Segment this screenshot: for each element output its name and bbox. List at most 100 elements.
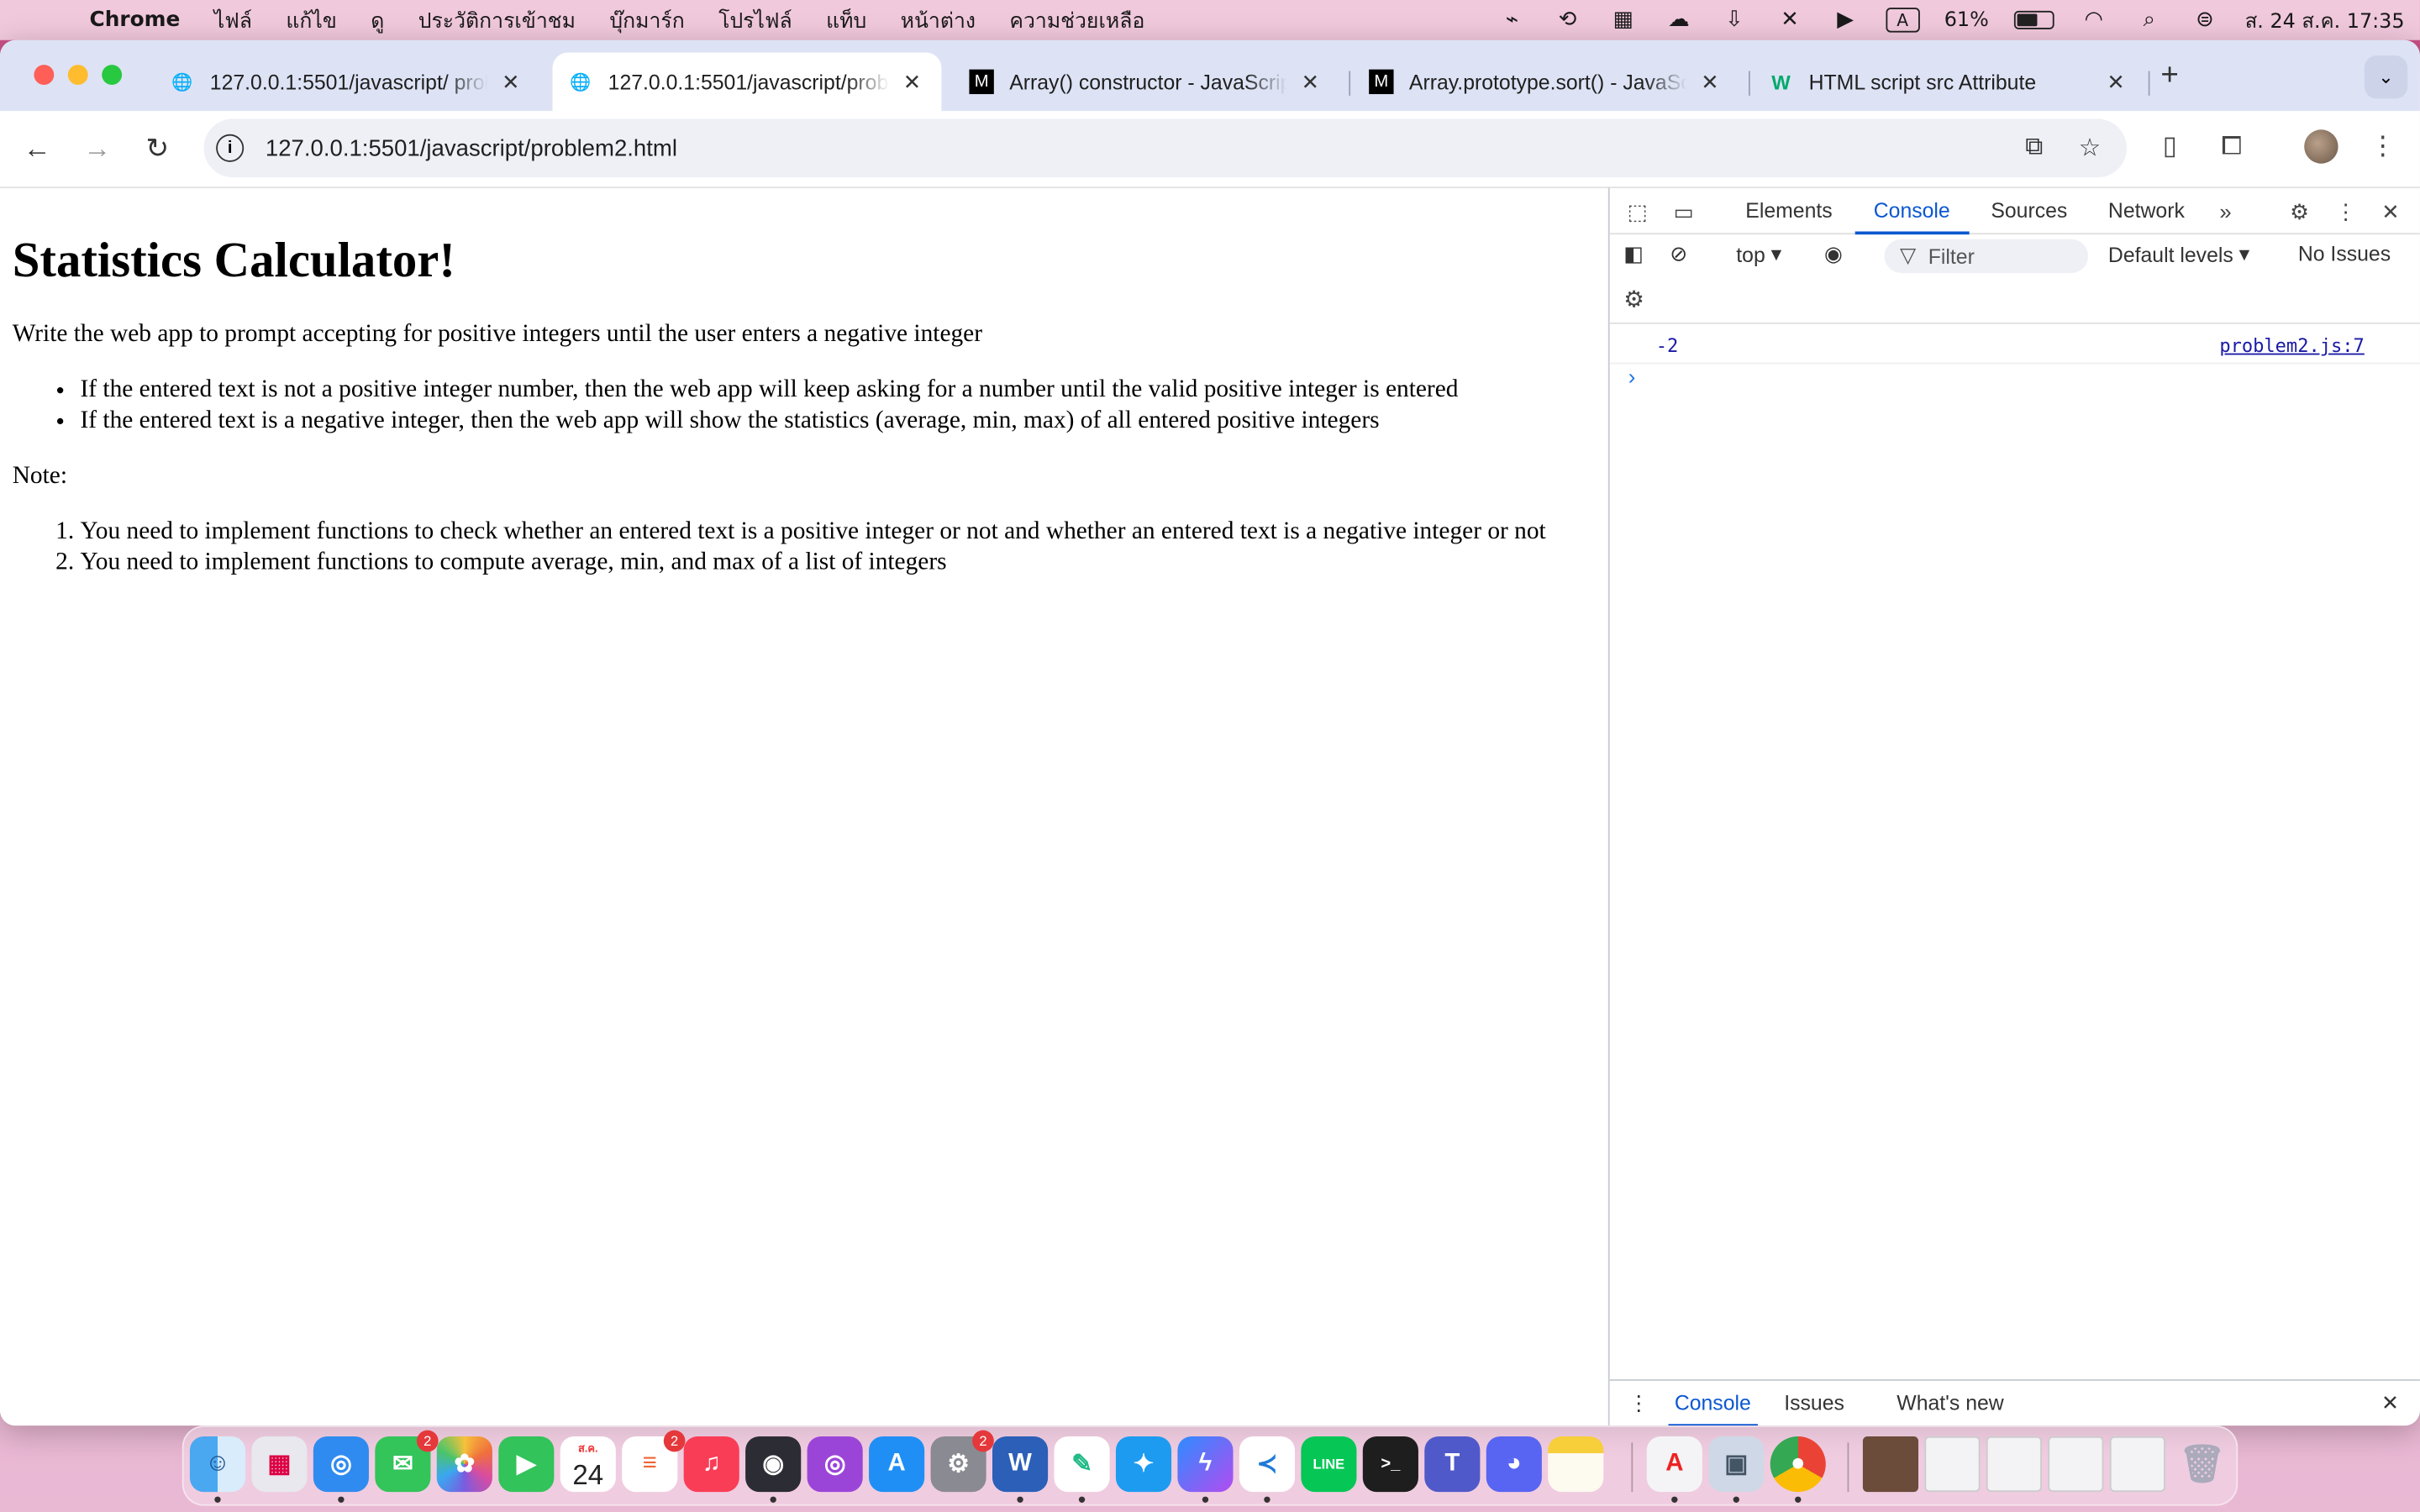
url-text[interactable]: 127.0.0.1:5501/javascript/problem2.html bbox=[266, 135, 677, 161]
spotlight-search-icon[interactable]: ⌕ bbox=[2133, 6, 2165, 34]
messenger-icon[interactable]: ϟ bbox=[1177, 1436, 1234, 1493]
forward-button[interactable]: → bbox=[79, 129, 116, 166]
twitter-icon[interactable]: ✦ bbox=[1115, 1436, 1172, 1493]
reading-mode-icon[interactable]: ▯ bbox=[2153, 129, 2186, 163]
drawer-tab-issues[interactable]: Issues bbox=[1784, 1381, 1844, 1425]
line-icon[interactable]: LINE bbox=[1301, 1436, 1357, 1493]
menu-tab[interactable]: แท็บ bbox=[826, 3, 866, 37]
minimize-window-button[interactable] bbox=[67, 65, 88, 86]
close-tab-icon[interactable]: ✕ bbox=[497, 69, 524, 95]
input-source-icon[interactable]: A bbox=[1885, 8, 1920, 33]
wifi-icon[interactable]: ◠ bbox=[2078, 6, 2109, 34]
close-window-button[interactable] bbox=[34, 65, 55, 86]
drawer-tab-console[interactable]: Console bbox=[1668, 1381, 1758, 1426]
console-settings-gear-icon[interactable]: ⚙ bbox=[1623, 286, 1644, 313]
finder-icon[interactable]: ☺ bbox=[189, 1436, 246, 1493]
quicktime-icon[interactable]: ◉ bbox=[745, 1436, 802, 1493]
minimized-window-thumbnail[interactable] bbox=[2048, 1436, 2104, 1493]
tab-console[interactable]: Console bbox=[1854, 188, 1969, 235]
clock[interactable]: ส. 24 ส.ค. 17:35 bbox=[2245, 4, 2405, 37]
tab-search-button[interactable]: ⌄ bbox=[2364, 55, 2408, 99]
site-info-icon[interactable]: i bbox=[216, 134, 245, 162]
rotate-icon[interactable]: ⟲ bbox=[1552, 6, 1583, 34]
menu-app-name[interactable]: Chrome bbox=[90, 8, 181, 32]
menu-bookmarks[interactable]: บุ๊กมาร์ก bbox=[609, 3, 684, 37]
zoom-window-button[interactable] bbox=[102, 65, 123, 86]
menu-help[interactable]: ความช่วยเหลือ bbox=[1009, 3, 1144, 37]
close-devtools-icon[interactable]: ✕ bbox=[2377, 197, 2405, 225]
tab-array-sort[interactable]: M Array.prototype.sort() - JavaScript | … bbox=[1354, 52, 1739, 111]
trash-icon[interactable]: 🗑 bbox=[2175, 1436, 2230, 1492]
inspect-element-icon[interactable]: ⬚ bbox=[1623, 197, 1651, 225]
extensions-icon[interactable]: ⧠ bbox=[2215, 129, 2249, 163]
minimized-window-thumbnail[interactable] bbox=[1862, 1436, 1919, 1493]
tab-elements[interactable]: Elements bbox=[1745, 188, 1832, 234]
terminal-icon[interactable]: >_ bbox=[1362, 1436, 1418, 1493]
tab-array-constructor[interactable]: M Array() constructor - JavaScript | MDN… bbox=[954, 52, 1339, 111]
freeform-icon[interactable]: ✎ bbox=[1054, 1436, 1110, 1493]
messages-icon[interactable]: ✉ 2 bbox=[375, 1430, 439, 1493]
new-tab-button[interactable]: + bbox=[2160, 59, 2178, 94]
reminders-icon[interactable]: ≡ 2 bbox=[622, 1430, 686, 1493]
system-settings-icon[interactable]: ⚙ 2 bbox=[930, 1430, 994, 1493]
minimized-window-thumbnail[interactable] bbox=[2109, 1436, 2165, 1493]
download-icon[interactable]: ⇩ bbox=[1719, 6, 1750, 34]
discord-icon[interactable]: ◕ bbox=[1486, 1436, 1542, 1493]
profile-avatar[interactable] bbox=[2304, 129, 2338, 164]
console-source-link[interactable]: problem2.js:7 bbox=[2219, 335, 2365, 357]
app-store-icon[interactable]: A bbox=[869, 1436, 925, 1493]
facetime-icon[interactable]: ▶ bbox=[498, 1436, 555, 1493]
tab-problem1[interactable]: 🌐 127.0.0.1:5501/javascript/ problem1.ht… bbox=[155, 52, 540, 111]
podcasts-icon[interactable]: ◎ bbox=[807, 1436, 863, 1493]
context-selector[interactable]: top ▾ bbox=[1736, 242, 1781, 266]
launchpad-icon[interactable]: ▦ bbox=[251, 1436, 308, 1493]
mute-icon[interactable]: ✕ bbox=[1775, 6, 1806, 34]
menu-edit[interactable]: แก้ไข bbox=[286, 3, 336, 37]
control-center-icon[interactable]: ⊜ bbox=[2190, 6, 2221, 34]
acrobat-icon[interactable]: A bbox=[1646, 1436, 1702, 1493]
cloud-icon[interactable]: ☁ bbox=[1663, 6, 1694, 34]
drawer-tab-whats-new[interactable]: What's new bbox=[1897, 1381, 2003, 1425]
more-tabs-icon[interactable]: » bbox=[2212, 197, 2239, 225]
settings-gear-icon[interactable]: ⚙ bbox=[2286, 197, 2313, 225]
address-bar[interactable]: i 127.0.0.1:5501/javascript/problem2.htm… bbox=[203, 118, 2127, 178]
play-icon[interactable]: ▶ bbox=[1830, 6, 1861, 34]
close-drawer-icon[interactable]: ✕ bbox=[2381, 1381, 2399, 1425]
back-button[interactable]: ← bbox=[18, 129, 55, 166]
reload-button[interactable]: ↻ bbox=[139, 129, 176, 166]
issues-counter[interactable]: No Issues bbox=[2298, 242, 2391, 265]
menu-file[interactable]: ไฟล์ bbox=[214, 3, 252, 37]
close-tab-icon[interactable]: ✕ bbox=[898, 69, 926, 95]
close-tab-icon[interactable]: ✕ bbox=[1297, 69, 1324, 95]
translate-icon[interactable]: ⧉ bbox=[2018, 133, 2049, 164]
console-prompt-chevron-icon[interactable]: › bbox=[1628, 364, 1636, 388]
console-filter-input[interactable]: ▽ Filter bbox=[1884, 239, 2089, 274]
close-tab-icon[interactable]: ✕ bbox=[2102, 69, 2130, 95]
status-dots-icon[interactable]: ⌁ bbox=[1497, 6, 1528, 34]
clapper-icon[interactable]: ▦ bbox=[1607, 6, 1639, 34]
menu-window[interactable]: หน้าต่าง bbox=[901, 3, 976, 37]
log-levels-dropdown[interactable]: Default levels ▾ bbox=[2108, 242, 2249, 266]
vscode-icon[interactable]: ≺ bbox=[1239, 1436, 1295, 1493]
chrome-icon[interactable]: ● bbox=[1770, 1436, 1826, 1493]
tab-html-script-src[interactable]: W HTML script src Attribute ✕ bbox=[1753, 52, 2145, 111]
drawer-menu-icon[interactable]: ⋮ bbox=[1628, 1381, 1649, 1425]
safari-icon[interactable]: ◎ bbox=[313, 1436, 369, 1493]
minimized-window-thumbnail[interactable] bbox=[1986, 1436, 2042, 1493]
minimized-window-thumbnail[interactable] bbox=[1924, 1436, 1981, 1493]
menu-history[interactable]: ประวัติการเข้าชม bbox=[418, 3, 576, 37]
battery-icon[interactable] bbox=[2013, 10, 2054, 29]
tab-sources[interactable]: Sources bbox=[1991, 188, 2067, 234]
menu-profiles[interactable]: โปรไฟล์ bbox=[718, 3, 792, 37]
tab-network[interactable]: Network bbox=[2108, 188, 2185, 234]
sidebar-toggle-icon[interactable]: ◧ bbox=[1623, 242, 1643, 266]
tab-problem2[interactable]: 🌐 127.0.0.1:5501/javascript/problem2.htm… bbox=[552, 52, 942, 112]
music-icon[interactable]: ♫ bbox=[683, 1436, 739, 1493]
live-expression-eye-icon[interactable]: ◉ bbox=[1824, 242, 1843, 266]
teams-icon[interactable]: T bbox=[1424, 1436, 1481, 1493]
calendar-icon[interactable]: ส.ค. 24 bbox=[560, 1436, 616, 1493]
preview-icon[interactable]: ▣ bbox=[1708, 1436, 1765, 1493]
devtools-menu-icon[interactable]: ⋮ bbox=[2332, 197, 2360, 225]
bookmark-star-icon[interactable]: ☆ bbox=[2075, 133, 2106, 164]
chrome-menu-icon[interactable]: ⋮ bbox=[2366, 129, 2400, 163]
